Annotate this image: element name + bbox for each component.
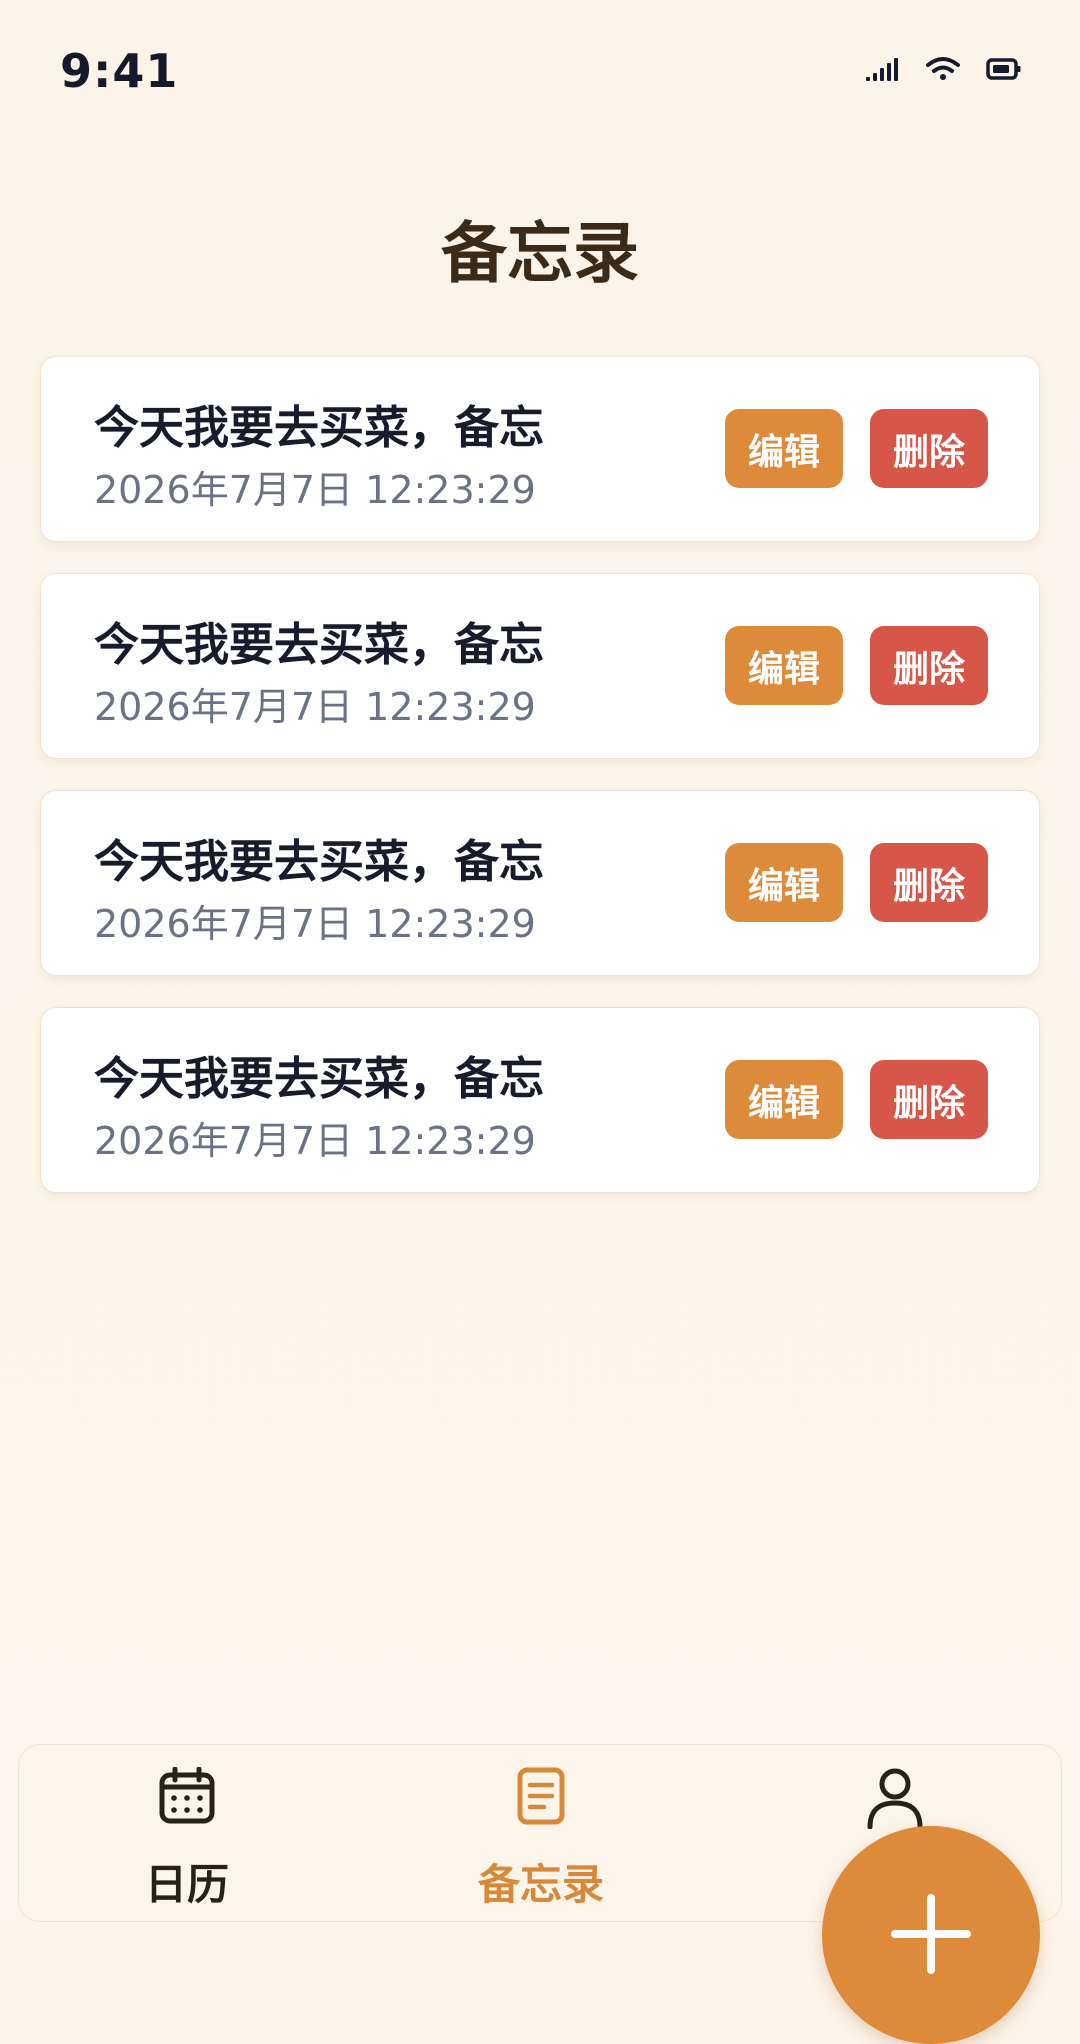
memo-card[interactable]: 今天我要去买菜，备忘 2026年7月7日 12:23:29 编辑 删除 (40, 1007, 1040, 1193)
delete-button[interactable]: 删除 (870, 409, 988, 488)
signal-icon (866, 57, 900, 85)
tab-memo-label: 备忘录 (477, 1860, 604, 1909)
memo-list: 今天我要去买菜，备忘 2026年7月7日 12:23:29 编辑 删除 今天我要… (40, 356, 1040, 1224)
tab-calendar-label: 日历 (144, 1860, 229, 1909)
memo-card[interactable]: 今天我要去买菜，备忘 2026年7月7日 12:23:29 编辑 删除 (40, 790, 1040, 976)
edit-button[interactable]: 编辑 (725, 843, 843, 922)
memo-title: 今天我要去买菜，备忘 (94, 401, 545, 454)
delete-button[interactable]: 删除 (870, 1060, 988, 1139)
page-title: 备忘录 (441, 215, 639, 292)
edit-button[interactable]: 编辑 (725, 626, 843, 705)
memo-title: 今天我要去买菜，备忘 (94, 835, 545, 888)
memo-timestamp: 2026年7月7日 12:23:29 (94, 1119, 536, 1163)
status-time: 9:41 (60, 44, 179, 98)
delete-button[interactable]: 删除 (870, 843, 988, 922)
status-icons (866, 56, 1022, 86)
edit-button[interactable]: 编辑 (725, 1060, 843, 1139)
memo-timestamp: 2026年7月7日 12:23:29 (94, 902, 536, 946)
memo-title: 今天我要去买菜，备忘 (94, 1052, 545, 1105)
memo-timestamp: 2026年7月7日 12:23:29 (94, 685, 536, 729)
memo-card[interactable]: 今天我要去买菜，备忘 2026年7月7日 12:23:29 编辑 删除 (40, 356, 1040, 542)
tab-memo[interactable]: 备忘录 (441, 1745, 641, 1921)
plus-icon (891, 1894, 971, 1977)
edit-button[interactable]: 编辑 (725, 409, 843, 488)
memo-card[interactable]: 今天我要去买菜，备忘 2026年7月7日 12:23:29 编辑 删除 (40, 573, 1040, 759)
add-memo-button[interactable] (822, 1826, 1040, 2044)
delete-button[interactable]: 删除 (870, 626, 988, 705)
tab-calendar[interactable]: 日历 (87, 1745, 287, 1921)
memo-title: 今天我要去买菜，备忘 (94, 618, 545, 671)
document-icon (517, 1767, 565, 1829)
user-icon (866, 1767, 924, 1833)
status-bar: 9:41 (0, 0, 1080, 140)
wifi-icon (926, 56, 960, 86)
memo-timestamp: 2026年7月7日 12:23:29 (94, 468, 536, 512)
calendar-icon (159, 1766, 215, 1829)
battery-icon (986, 57, 1022, 85)
